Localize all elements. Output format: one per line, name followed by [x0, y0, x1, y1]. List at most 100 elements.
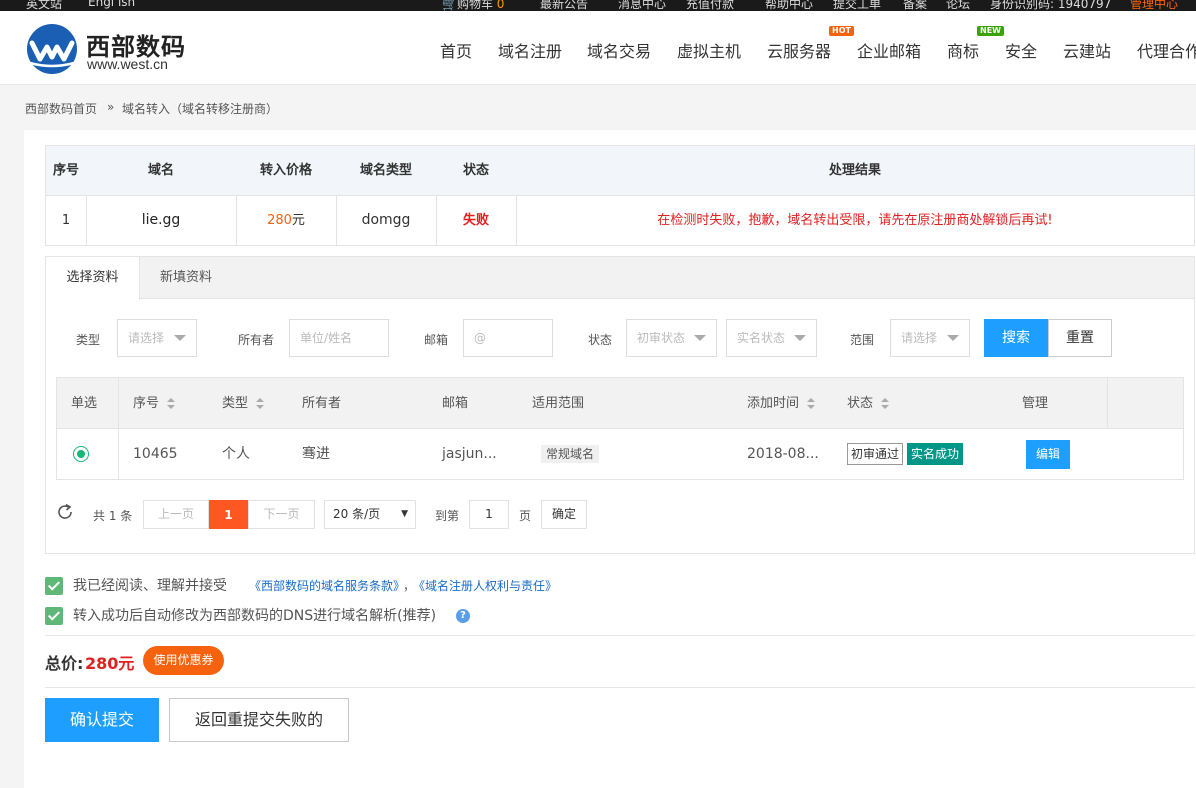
- page-size-select[interactable]: 20 条/页 ▼: [324, 500, 416, 529]
- help-icon[interactable]: ?: [456, 609, 470, 623]
- total-label: 总价:: [45, 654, 84, 673]
- nav-site-builder[interactable]: 云建站: [1063, 38, 1111, 62]
- price-value: 280: [267, 213, 292, 228]
- grid-col-status[interactable]: 状态: [847, 378, 890, 429]
- chevron-down-icon: [174, 335, 186, 341]
- topbar-forum[interactable]: 论坛: [946, 0, 970, 11]
- row-email: jasjun...: [442, 446, 497, 462]
- edit-button[interactable]: 编辑: [1026, 440, 1070, 469]
- row-owner: 骞进: [302, 446, 330, 462]
- goto-page-input[interactable]: 1: [469, 500, 509, 529]
- row-price: 280元: [236, 196, 336, 245]
- nav-security[interactable]: 安全: [1005, 38, 1037, 62]
- row-radio[interactable]: [73, 446, 89, 462]
- filter-realname-status-select[interactable]: 实名状态: [726, 319, 817, 357]
- terms-link[interactable]: 《西部数码的域名服务条款》: [249, 577, 405, 595]
- grid-col-id[interactable]: 序号: [133, 378, 176, 429]
- topbar-messages[interactable]: 消息中心: [618, 0, 666, 11]
- nav-agent[interactable]: 代理合作: [1137, 38, 1196, 62]
- row-status: 失败: [462, 213, 489, 228]
- topbar-ticket[interactable]: 提交工单: [833, 0, 881, 11]
- sort-icon[interactable]: [167, 397, 176, 410]
- filter-owner-input[interactable]: 单位/姓名: [289, 319, 389, 357]
- goto-label: 到第: [435, 509, 460, 523]
- nav-domain-register[interactable]: 域名注册: [498, 38, 562, 62]
- grid-col-type[interactable]: 类型: [222, 378, 265, 429]
- nav-home[interactable]: 首页: [440, 38, 472, 62]
- sort-icon[interactable]: [881, 397, 890, 410]
- reset-button[interactable]: 重置: [1048, 319, 1112, 357]
- tab-new-info[interactable]: 新填资料: [140, 257, 232, 299]
- table-row[interactable]: 10465 个人 骞进 jasjun... 常规域名 2018-08... 初审…: [57, 429, 1183, 479]
- chevron-down-icon: [694, 335, 706, 341]
- select-placeholder: 实名状态: [737, 331, 786, 345]
- rights-link[interactable]: 《域名注册人权利与责任》: [413, 577, 557, 595]
- nav-enterprise-mail[interactable]: 企业邮箱: [857, 38, 921, 62]
- use-coupon-button[interactable]: 使用优惠券: [143, 646, 224, 675]
- pagination: 共 1 条 上一页 1 下一页 20 条/页 ▼ 到第 1 页 确定: [46, 497, 1194, 531]
- row-id: 10465: [133, 446, 178, 462]
- sort-icon[interactable]: [807, 397, 816, 410]
- logo-url: www.west.cn: [87, 56, 168, 72]
- search-button[interactable]: 搜索: [984, 319, 1048, 357]
- owner-grid: 单选 序号 类型 所有者 邮箱 适用范围 添加时间 状态 管理 10465 个人…: [56, 377, 1184, 480]
- nav-cloud-server[interactable]: 云服务器: [767, 38, 831, 62]
- topbar-console[interactable]: 管理中心: [1130, 0, 1178, 11]
- sort-icon[interactable]: [256, 397, 265, 410]
- row-result-message: 在检测时失败，抱歉，域名转出受限，请先在原注册商处解锁后再试!: [657, 213, 1053, 228]
- divider: [45, 635, 1195, 636]
- grid-col-status-label: 状态: [847, 396, 874, 411]
- dns-checkbox[interactable]: [45, 607, 63, 625]
- agreement-label: 我已经阅读、理解并接受: [73, 578, 227, 594]
- cart-icon: 🛒: [442, 0, 457, 11]
- filter-email-input[interactable]: @: [463, 319, 553, 357]
- page-1-button[interactable]: 1: [209, 500, 248, 529]
- topbar-announcement[interactable]: 最新公告: [540, 0, 588, 11]
- result-table-header: 序号 域名 转入价格 域名类型 状态 处理结果: [46, 146, 1194, 196]
- grid-col-manage: 管理: [1022, 396, 1049, 411]
- chevron-down-icon: [794, 335, 806, 341]
- grid-col-owner: 所有者: [302, 396, 342, 411]
- filter-review-status-select[interactable]: 初审状态: [626, 319, 717, 357]
- caret-down-icon: ▼: [401, 509, 408, 519]
- col-index: 序号: [52, 163, 79, 178]
- breadcrumb-home[interactable]: 西部数码首页: [25, 100, 97, 117]
- west-logo-icon[interactable]: [26, 23, 78, 75]
- goto-confirm-button[interactable]: 确定: [541, 500, 587, 529]
- grid-col-email: 邮箱: [442, 396, 469, 411]
- prev-page-button[interactable]: 上一页: [143, 500, 209, 529]
- next-page-button[interactable]: 下一页: [248, 500, 315, 529]
- filter-email-label: 邮箱: [424, 333, 449, 347]
- filter-type-select[interactable]: 请选择: [117, 319, 197, 357]
- owner-info-panel: 选择资料 新填资料 类型 请选择 所有者 单位/姓名 邮箱 @ 状态 初审状态 …: [45, 256, 1195, 554]
- topbar-icp[interactable]: 备案: [903, 0, 927, 11]
- select-placeholder: 请选择: [128, 331, 165, 345]
- hot-badge: HOT: [829, 26, 854, 36]
- grid-col-select: 单选: [71, 396, 98, 411]
- filter-scope-label: 范围: [850, 333, 875, 347]
- table-row: 1 lie.gg 280元 domgg 失败 在检测时失败，抱歉，域名转出受限，…: [46, 196, 1194, 245]
- refresh-icon[interactable]: [56, 503, 74, 521]
- nav-virtual-host[interactable]: 虚拟主机: [677, 38, 741, 62]
- topbar-cart[interactable]: 🛒购物车 0: [442, 0, 504, 11]
- filter-scope-select[interactable]: 请选择: [890, 319, 970, 357]
- new-badge: NEW: [977, 26, 1004, 36]
- agreement-checkbox[interactable]: [45, 577, 63, 595]
- scope-tag: 常规域名: [541, 445, 600, 463]
- nav-trademark[interactable]: 商标: [947, 38, 979, 62]
- topbar-recharge[interactable]: 充值付款: [686, 0, 734, 11]
- row-type: 个人: [222, 446, 250, 462]
- divider: [45, 687, 1195, 688]
- topbar-english-link-2[interactable]: Engl ish: [88, 0, 135, 9]
- tab-select-info[interactable]: 选择资料: [46, 257, 140, 300]
- nav-domain-trade[interactable]: 域名交易: [587, 38, 651, 62]
- confirm-submit-button[interactable]: 确认提交: [45, 698, 159, 742]
- grid-col-added-label: 添加时间: [747, 396, 800, 411]
- realname-status-badge: 实名成功: [907, 443, 964, 465]
- topbar-help[interactable]: 帮助中心: [765, 0, 813, 11]
- back-resubmit-button[interactable]: 返回重提交失败的: [169, 698, 349, 742]
- topbar-english-link[interactable]: 英文站: [26, 0, 62, 11]
- grid-col-added[interactable]: 添加时间: [747, 378, 816, 429]
- review-status-badge: 初审通过: [847, 443, 904, 465]
- price-unit: 元: [291, 213, 305, 228]
